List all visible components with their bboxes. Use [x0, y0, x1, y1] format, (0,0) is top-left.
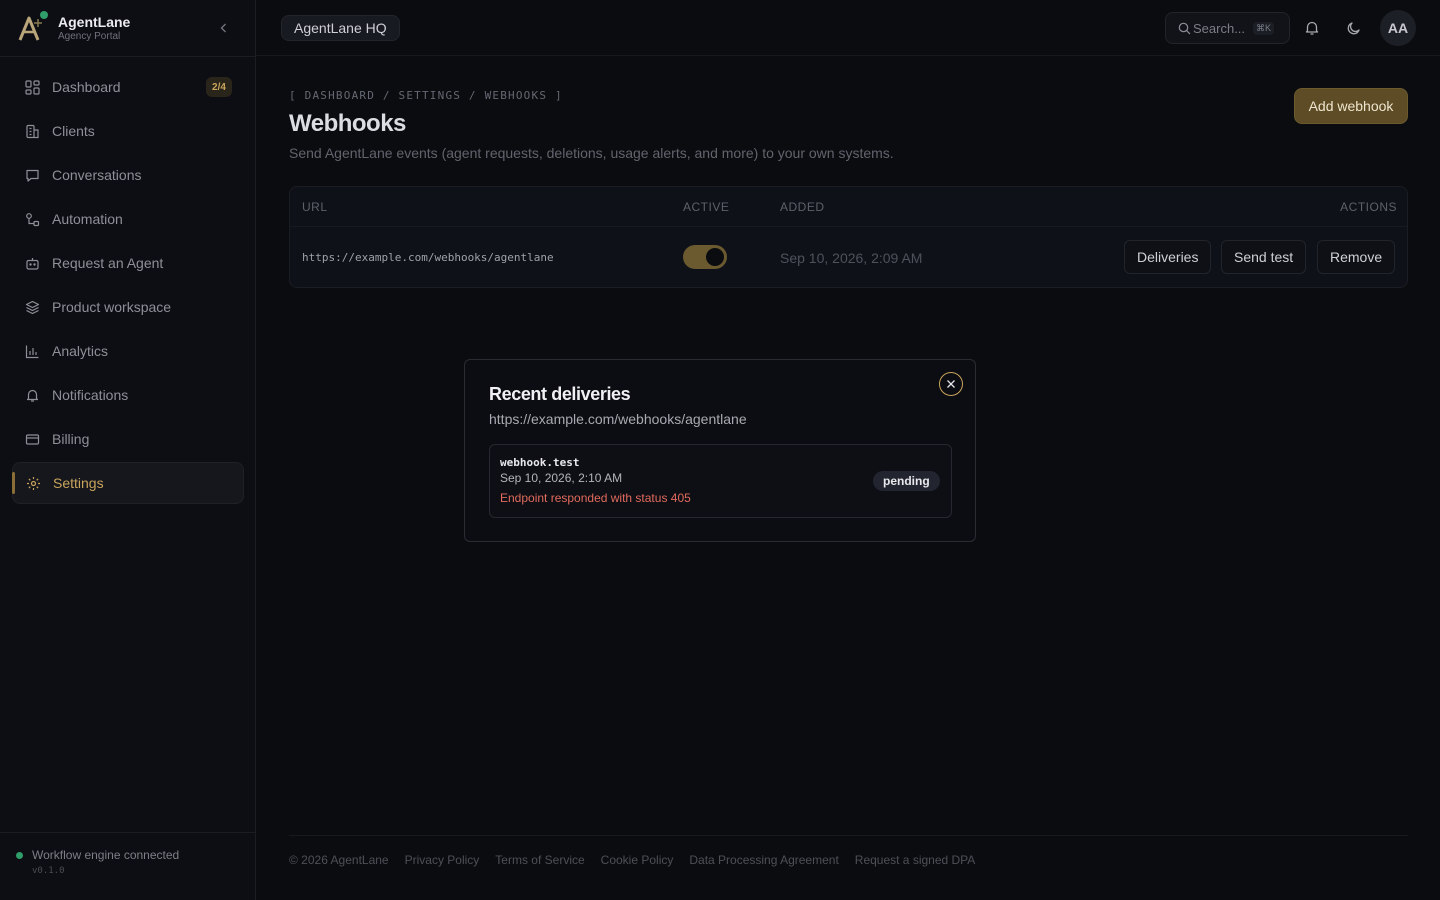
bell-icon [24, 387, 40, 403]
sidebar-nav: Dashboard 2/4 Clients Conversations Auto… [12, 66, 244, 506]
sidebar-item-product-workspace[interactable]: Product workspace [12, 286, 244, 328]
privacy-policy-link[interactable]: Privacy Policy [405, 853, 480, 867]
breadcrumb: [ DASHBOARD / SETTINGS / WEBHOOKS ] [289, 89, 563, 102]
sidebar-item-label: Product workspace [52, 299, 172, 315]
dpa-link[interactable]: Data Processing Agreement [689, 853, 838, 867]
dialog-webhook-url: https://example.com/webhooks/agentlane [489, 411, 747, 427]
credit-card-icon [24, 431, 40, 447]
gear-icon [25, 475, 41, 491]
sidebar-item-notifications[interactable]: Notifications [12, 374, 244, 416]
workflow-status-text: Workflow engine connected [32, 848, 180, 862]
sidebar-item-conversations[interactable]: Conversations [12, 154, 244, 196]
status-dot-icon [16, 851, 23, 859]
onboarding-progress-badge: 2/4 [206, 77, 232, 97]
sidebar-item-label: Request an Agent [52, 255, 164, 271]
moon-icon [1347, 22, 1360, 35]
sidebar-item-label: Dashboard [52, 79, 121, 95]
send-test-button[interactable]: Send test [1221, 240, 1307, 274]
column-header-added: ADDED [780, 200, 825, 214]
bar-chart-icon [24, 343, 40, 359]
sidebar-item-automation[interactable]: Automation [12, 198, 244, 240]
recent-deliveries-dialog: Recent deliveries https://example.com/we… [464, 359, 976, 542]
topbar: AgentLane HQ Search... ⌘K AA [256, 0, 1440, 56]
workspace-switcher[interactable]: AgentLane HQ [281, 15, 400, 41]
deliveries-button[interactable]: Deliveries [1124, 240, 1212, 274]
table-header: URL ACTIVE ADDED ACTIONS [290, 187, 1407, 227]
search-placeholder: Search... [1193, 20, 1246, 36]
avatar[interactable]: AA [1380, 10, 1416, 46]
search-shortcut: ⌘K [1253, 21, 1275, 35]
webhook-url: https://example.com/webhooks/agentlane [302, 251, 554, 264]
delivery-error: Endpoint responded with status 405 [500, 491, 691, 505]
sidebar-item-label: Conversations [52, 167, 142, 183]
workflow-icon [24, 211, 40, 227]
sidebar-item-clients[interactable]: Clients [12, 110, 244, 152]
terms-link[interactable]: Terms of Service [495, 853, 584, 867]
cookie-policy-link[interactable]: Cookie Policy [601, 853, 674, 867]
sidebar-divider [0, 56, 256, 57]
status-badge: pending [873, 471, 940, 491]
brand[interactable]: AgentLane Agency Portal [16, 10, 130, 46]
sidebar-item-label: Notifications [52, 387, 129, 403]
bot-icon [24, 255, 40, 271]
page-title: Webhooks [289, 110, 406, 137]
online-dot [40, 11, 48, 19]
sidebar-item-request-agent[interactable]: Request an Agent [12, 242, 244, 284]
building-icon [24, 123, 40, 139]
column-header-actions: ACTIONS [1340, 200, 1397, 214]
theme-toggle-button[interactable] [1342, 16, 1366, 40]
sidebar-item-analytics[interactable]: Analytics [12, 330, 244, 372]
sidebar-item-label: Billing [52, 431, 90, 447]
search-icon [1178, 22, 1191, 34]
column-header-active: ACTIVE [683, 200, 730, 214]
brand-subtitle: Agency Portal [58, 30, 121, 42]
close-icon [947, 380, 955, 388]
event-name: webhook.test [500, 456, 580, 469]
notifications-button[interactable] [1300, 16, 1324, 40]
webhooks-table: URL ACTIVE ADDED ACTIONS https://example… [289, 186, 1408, 288]
column-header-url: URL [302, 200, 328, 214]
sidebar-footer: Workflow engine connected v0.1.0 [16, 848, 179, 876]
active-toggle[interactable] [683, 245, 727, 269]
chevron-left-icon [220, 23, 226, 33]
sidebar-item-dashboard[interactable]: Dashboard 2/4 [12, 66, 244, 108]
request-dpa-link[interactable]: Request a signed DPA [855, 853, 976, 867]
remove-button[interactable]: Remove [1317, 240, 1396, 274]
sidebar-item-label: Analytics [52, 343, 109, 359]
version-label: v0.1.0 [32, 866, 65, 876]
collapse-sidebar-button[interactable] [214, 18, 234, 38]
toggle-knob [706, 248, 724, 266]
delivery-time: Sep 10, 2026, 2:10 AM [500, 471, 623, 485]
copyright: © 2026 AgentLane [289, 853, 389, 867]
delivery-item: webhook.test Sep 10, 2026, 2:10 AM Endpo… [489, 444, 952, 518]
agentlane-logo-icon [16, 11, 48, 43]
search-input[interactable]: Search... ⌘K [1165, 12, 1290, 44]
sidebar-item-settings[interactable]: Settings [12, 462, 244, 504]
page-footer: © 2026 AgentLane Privacy Policy Terms of… [289, 853, 991, 867]
grid-icon [24, 79, 40, 95]
sidebar-item-label: Automation [52, 211, 123, 227]
sidebar: AgentLane Agency Portal Dashboard 2/4 Cl… [0, 0, 256, 900]
sidebar-item-label: Clients [52, 123, 95, 139]
footer-divider [289, 835, 1408, 836]
layers-icon [24, 299, 40, 315]
bell-icon [1305, 21, 1319, 35]
added-date: Sep 10, 2026, 2:09 AM [780, 250, 923, 266]
add-webhook-button[interactable]: Add webhook [1294, 88, 1408, 124]
dialog-title: Recent deliveries [489, 384, 631, 404]
page-description: Send AgentLane events (agent requests, d… [289, 145, 894, 161]
sidebar-footer-divider [0, 832, 256, 833]
sidebar-item-label: Settings [53, 475, 104, 491]
chat-bubble-icon [24, 167, 40, 183]
brand-name: AgentLane [58, 13, 131, 30]
sidebar-item-billing[interactable]: Billing [12, 418, 244, 460]
close-dialog-button[interactable] [939, 372, 963, 396]
